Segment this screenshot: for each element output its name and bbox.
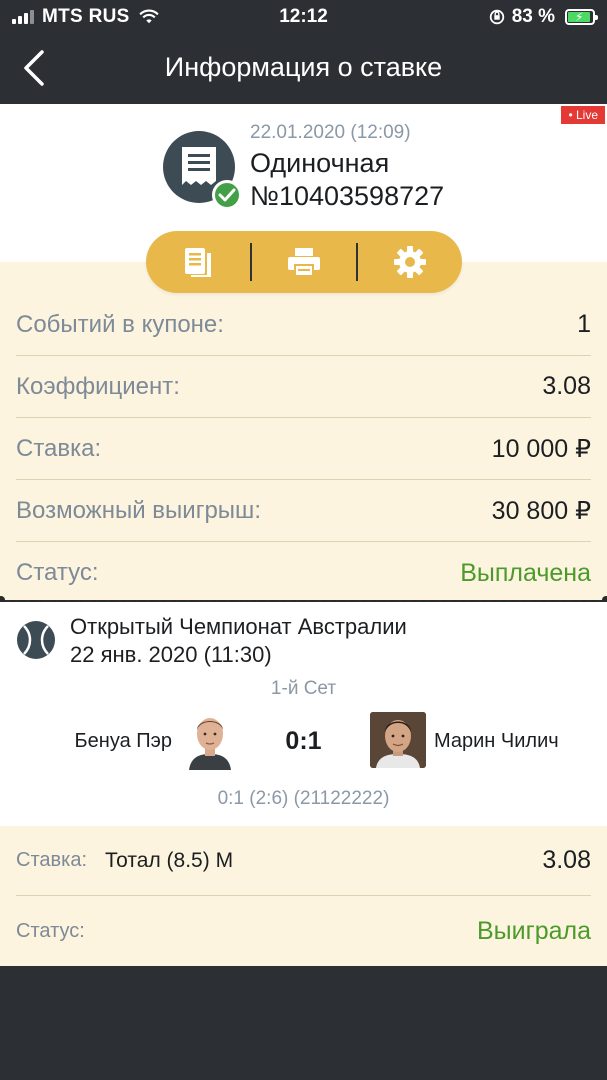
market-odds: 3.08 bbox=[542, 846, 591, 874]
event-date: 22 янв. 2020 (11:30) bbox=[70, 642, 272, 667]
copy-document-icon bbox=[185, 248, 211, 277]
player2-photo bbox=[370, 712, 426, 768]
checkmark-icon bbox=[212, 180, 242, 210]
settings-button[interactable] bbox=[358, 231, 462, 293]
bet-number: №10403598727 bbox=[250, 181, 445, 211]
info-row-status: Статус: Выплачена bbox=[16, 542, 591, 604]
page-title: Информация о ставке bbox=[164, 52, 443, 82]
print-button[interactable] bbox=[252, 231, 356, 293]
info-value: 30 800 ₽ bbox=[491, 496, 591, 525]
action-toolbar bbox=[146, 231, 462, 293]
status-value: Выплачена bbox=[460, 558, 591, 587]
event-period: 1-й Сет bbox=[270, 678, 337, 699]
bet-info: Событий в купоне: 1 Коэффициент: 3.08 Ст… bbox=[0, 262, 607, 600]
bet-market-group: Ставка: Тотал (8.5) М bbox=[16, 849, 233, 873]
tennis-ball-icon bbox=[17, 621, 55, 659]
info-value: 1 bbox=[577, 310, 591, 338]
bet-type: Одиночная bbox=[250, 148, 390, 178]
info-row-odds: Коэффициент: 3.08 bbox=[16, 356, 591, 418]
copy-button[interactable] bbox=[146, 231, 250, 293]
info-label: Коэффициент: bbox=[16, 372, 180, 400]
navigation-bar: Информация о ставке bbox=[0, 34, 607, 104]
status-label: Статус: bbox=[16, 919, 85, 942]
bet-detail: Ставка: Тотал (8.5) М 3.08 Статус: Выигр… bbox=[0, 826, 607, 966]
bet-status-value: Выиграла bbox=[476, 916, 591, 945]
settings-gear-icon bbox=[394, 246, 426, 278]
print-icon bbox=[288, 248, 320, 277]
stake-label: Ставка: bbox=[16, 849, 87, 871]
info-row-events: Событий в купоне: 1 bbox=[16, 294, 591, 356]
tournament-name: Открытый Чемпионат Австралии bbox=[70, 614, 407, 639]
battery-icon: ⚡ bbox=[565, 9, 598, 25]
status-bar: MTS RUS 12:12 83 % ⚡ bbox=[0, 0, 607, 34]
orientation-lock-icon bbox=[489, 9, 504, 25]
info-label: Ставка: bbox=[16, 434, 102, 462]
market-name: Тотал (8.5) М bbox=[105, 848, 234, 872]
score-detail: 0:1 (2:6) (21122222) bbox=[217, 788, 390, 809]
info-row-possible-win: Возможный выигрыш: 30 800 ₽ bbox=[16, 480, 591, 542]
bet-status-row: Статус: Выиграла bbox=[16, 896, 591, 966]
event-card: Открытый Чемпионат Австралии 22 янв. 202… bbox=[0, 602, 607, 826]
info-value: 3.08 bbox=[542, 372, 591, 400]
info-row-stake: Ставка: 10 000 ₽ bbox=[16, 418, 591, 480]
live-badge: • Live bbox=[561, 106, 605, 124]
bet-date: 22.01.2020 (12:09) bbox=[250, 122, 411, 143]
status-right: 83 % ⚡ bbox=[488, 6, 598, 28]
bet-market-row: Ставка: Тотал (8.5) М 3.08 bbox=[16, 826, 591, 896]
player2-name: Марин Чилич bbox=[434, 730, 559, 752]
receipt-icon bbox=[182, 147, 216, 185]
info-value: 10 000 ₽ bbox=[491, 434, 591, 463]
info-label: Статус: bbox=[16, 559, 99, 586]
battery-percent: 83 % bbox=[511, 6, 555, 27]
info-label: Возможный выигрыш: bbox=[16, 496, 261, 524]
info-label: Событий в купоне: bbox=[16, 310, 224, 338]
